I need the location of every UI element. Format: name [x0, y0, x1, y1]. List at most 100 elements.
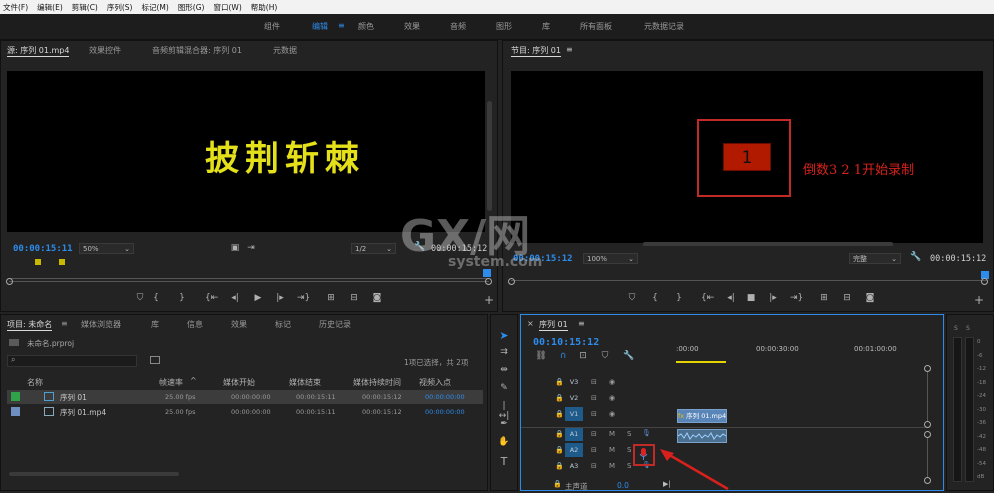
marker-icon[interactable] — [59, 259, 65, 265]
razor-tool-icon[interactable]: ✎ — [498, 383, 510, 393]
track-select-tool-icon[interactable]: ⇉ — [498, 347, 510, 357]
overwrite-clip-icon[interactable]: ⊟ — [348, 293, 360, 303]
project-tab-1[interactable]: 媒体浏览器 — [81, 319, 121, 330]
master-track-value[interactable]: 0.0 — [617, 481, 629, 490]
track-target-v2[interactable]: V2 — [565, 391, 583, 405]
eye-icon[interactable]: ◉ — [609, 378, 615, 386]
lock-icon[interactable]: 🔒 — [555, 410, 564, 418]
column-header-fps[interactable]: 帧速率 — [159, 377, 183, 388]
step-forward-icon[interactable]: |▸ — [767, 293, 779, 303]
project-tab-0[interactable]: 项目: 未命名 — [7, 319, 53, 331]
add-marker-icon[interactable]: ⛉ — [599, 351, 611, 361]
label-color-swatch[interactable] — [11, 392, 20, 401]
work-area-bar[interactable] — [676, 361, 726, 363]
wrench-icon[interactable]: 🔧 — [623, 351, 635, 361]
track-target-v1[interactable]: V1 — [565, 407, 583, 421]
tab-audio-clip-mixer[interactable]: 音频剪辑混合器: 序列 01 — [152, 45, 242, 56]
step-forward-icon[interactable]: |▸ — [274, 293, 286, 303]
workspace-tab-3[interactable]: 效果 — [404, 21, 420, 32]
ripple-edit-tool-icon[interactable]: ⇹ — [498, 365, 510, 375]
lock-icon[interactable]: 🔒 — [555, 446, 564, 454]
mark-in-icon[interactable]: { — [649, 293, 661, 303]
lock-icon[interactable]: 🔒 — [553, 480, 562, 488]
column-header-duration[interactable]: 媒体持续时间 — [353, 377, 401, 388]
stop-icon[interactable]: ■ — [745, 293, 757, 303]
track-target-a1[interactable]: A1 — [565, 427, 583, 441]
menu-item-2[interactable]: 剪辑(C) — [72, 2, 98, 13]
step-back-icon[interactable]: ◂| — [725, 293, 737, 303]
microphone-icon[interactable] — [639, 448, 648, 461]
source-resolution-dropdown[interactable]: 1/2 ⌄ — [351, 243, 396, 254]
solo-button[interactable]: S — [627, 446, 631, 454]
go-to-end-icon[interactable]: ▶| — [663, 480, 671, 488]
camera-icon[interactable]: ◙ — [864, 293, 876, 303]
mute-button[interactable]: M — [609, 430, 615, 438]
sync-lock-icon[interactable]: ⊟ — [591, 462, 597, 470]
go-to-out-icon[interactable]: ⇥} — [790, 293, 803, 303]
label-color-swatch[interactable] — [11, 407, 20, 416]
close-icon[interactable]: × — [527, 319, 534, 328]
row-in[interactable]: 00:00:00:00 — [425, 393, 465, 401]
extract-icon[interactable]: ⊟ — [841, 293, 853, 303]
menu-item-3[interactable]: 序列(S) — [107, 2, 133, 13]
wrench-icon[interactable]: 🔧 — [910, 252, 922, 262]
go-to-out-icon[interactable]: ⇥} — [297, 293, 310, 303]
menu-item-5[interactable]: 图形(G) — [178, 2, 205, 13]
eye-icon[interactable]: ◉ — [609, 410, 615, 418]
panel-menu-icon[interactable]: ≡ — [61, 319, 68, 328]
new-bin-icon[interactable] — [150, 356, 160, 364]
vertical-zoom-handle[interactable] — [924, 421, 931, 428]
video-clip[interactable]: fx 序列 01.mp4 — [677, 409, 727, 423]
tab-effect-controls[interactable]: 效果控件 — [89, 45, 121, 56]
track-target-a3[interactable]: A3 — [565, 459, 583, 473]
table-row[interactable]: 序列 01.mp4 25.00 fps 00:00:00:00 00:00:15:11… — [7, 405, 483, 419]
program-quality-dropdown[interactable]: 完整 ⌄ — [849, 253, 901, 264]
table-row[interactable]: 序列 01 25.00 fps 00:00:00:00 00:00:15:11 00:0… — [7, 390, 483, 404]
solo-button[interactable]: S — [627, 430, 631, 438]
lock-icon[interactable]: 🔒 — [555, 378, 564, 386]
sync-lock-icon[interactable]: ⊟ — [591, 394, 597, 402]
search-input[interactable]: ⌕ — [7, 355, 137, 367]
timeline-timecode[interactable]: 00:10:15:12 — [533, 337, 599, 348]
menu-item-4[interactable]: 标记(M) — [141, 2, 168, 13]
project-tab-4[interactable]: 效果 — [231, 319, 247, 330]
slip-tool-icon[interactable]: |↔| — [498, 401, 510, 421]
menu-item-6[interactable]: 窗口(W) — [213, 2, 241, 13]
workspace-tab-5[interactable]: 图形 — [496, 21, 512, 32]
marker-add-icon[interactable]: ⛉ — [626, 293, 638, 303]
program-horizontal-scrollbar[interactable] — [643, 242, 893, 246]
meter-solo-label[interactable]: S — [954, 325, 958, 332]
tab-program[interactable]: 节目: 序列 01 — [511, 45, 561, 57]
workspace-tab-7[interactable]: 所有面板 — [580, 21, 612, 32]
sync-lock-icon[interactable]: ⊟ — [591, 430, 597, 438]
step-back-icon[interactable]: ◂| — [229, 293, 241, 303]
row-in[interactable]: 00:00:00:00 — [425, 408, 465, 416]
vertical-zoom-handle[interactable] — [924, 365, 931, 372]
audio-clip[interactable] — [677, 429, 727, 443]
workspace-tab-4[interactable]: 音频 — [450, 21, 466, 32]
workspace-tab-0[interactable]: 组件 — [264, 21, 280, 32]
column-header-name[interactable]: 名称 — [27, 377, 43, 388]
mute-button[interactable]: M — [609, 462, 615, 470]
source-timecode[interactable]: 00:00:15:11 — [13, 244, 73, 254]
add-button-icon[interactable]: + — [483, 293, 495, 307]
workspace-tab-6[interactable]: 库 — [542, 21, 550, 32]
workspace-tab-2[interactable]: 颜色 — [358, 21, 374, 32]
range-start-handle[interactable] — [6, 278, 13, 285]
source-zoom-dropdown[interactable]: 50% ⌄ — [79, 243, 134, 254]
source-range-bar[interactable] — [9, 281, 489, 282]
insert-icon[interactable]: ⇥ — [245, 243, 257, 253]
menu-item-1[interactable]: 编辑(E) — [37, 2, 63, 13]
menu-item-7[interactable]: 帮助(H) — [251, 2, 278, 13]
meter-solo-label[interactable]: S — [966, 325, 970, 332]
workspace-tab-8[interactable]: 元数据记录 — [644, 21, 684, 32]
snap-icon[interactable]: ∩ — [557, 351, 569, 361]
tab-source[interactable]: 源: 序列 01.mp4 — [7, 45, 70, 57]
nest-icon[interactable]: ⛓ — [535, 351, 547, 361]
column-header-media-end[interactable]: 媒体结束 — [289, 377, 321, 388]
solo-button[interactable]: S — [627, 462, 631, 470]
vertical-zoom-track[interactable] — [927, 372, 928, 422]
track-target-v3[interactable]: V3 — [565, 375, 583, 389]
sync-lock-icon[interactable]: ⊟ — [591, 446, 597, 454]
selection-tool-icon[interactable]: ➤ — [498, 329, 510, 342]
